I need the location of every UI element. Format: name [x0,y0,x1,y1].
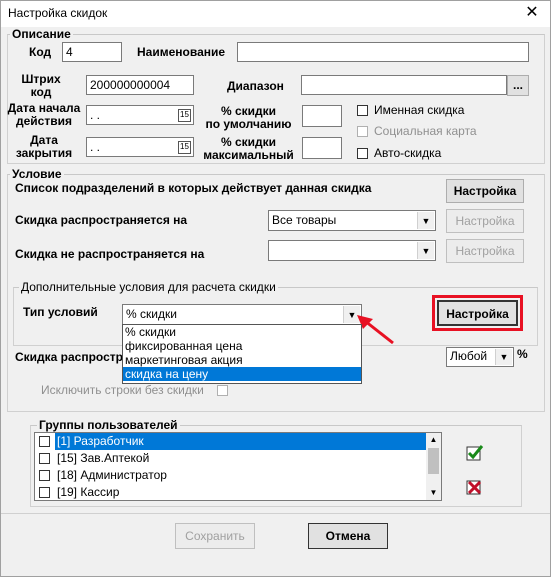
cond-type-dropdown[interactable]: % скидки фиксированная цена маркетингова… [122,324,362,384]
footer-separator [1,513,550,514]
dialog-window: Настройка скидок ✕ Описание Код 4 Наимен… [0,0,551,577]
extra-conditions-label: Дополнительные условия для расчета скидк… [19,280,278,294]
dropdown-option[interactable]: фиксированная цена [123,339,361,353]
named-discount-checkbox[interactable] [357,105,368,116]
calendar-icon[interactable]: 15 [178,109,191,122]
not-applies-select[interactable]: ▼ [268,240,436,261]
list-item-label: [15] Зав.Аптекой [57,451,150,465]
not-applies-setup-button: Настройка [446,239,524,263]
cond-type-setup-button[interactable]: Настройка [437,300,518,326]
list-scrollbar[interactable]: ▲ ▼ [426,433,441,500]
start-date-field[interactable]: . . 15 [86,105,194,125]
title-bar: Настройка скидок ✕ [1,1,550,27]
barcode-label: Штрих код [21,72,61,99]
list-item-label: [19] Кассир [57,485,120,499]
name-label: Наименование [137,45,226,59]
applies-value: Все товары [272,213,337,227]
name-field[interactable] [237,42,529,62]
cond-type-value: % скидки [126,307,177,321]
applies-select[interactable]: Все товары ▼ [268,210,436,231]
user-groups-list[interactable]: [1] Разработчик [15] Зав.Аптекой [18] Ад… [34,432,442,501]
subdivisions-setup-button[interactable]: Настройка [446,179,524,203]
max-pct-label: % скидки максимальный [203,135,294,162]
chevron-down-icon[interactable]: ▼ [417,242,434,259]
applies-label: Скидка распространяется на [15,213,188,227]
spread-label: Скидка распростр [15,350,123,364]
save-button: Сохранить [175,523,255,549]
end-date-field[interactable]: . . 15 [86,137,194,157]
range-button[interactable]: ... [507,75,529,96]
start-date-value: . . [90,108,101,122]
chevron-down-icon[interactable]: ▼ [495,349,512,365]
end-date-label: Дата закрытия [15,133,73,160]
list-item-checkbox[interactable] [39,487,50,498]
list-item[interactable]: [1] Разработчик [35,433,429,450]
user-groups-label: Группы пользователей [37,418,180,432]
start-date-label: Дата начала действия [7,101,81,128]
auto-discount-label: Авто-скидка [374,146,442,160]
list-item-label: [1] Разработчик [55,433,429,450]
applies-setup-button: Настройка [446,209,524,233]
list-item-checkbox[interactable] [39,453,50,464]
named-discount-label: Именная скидка [374,103,465,117]
code-field[interactable]: 4 [62,42,122,62]
cancel-button[interactable]: Отмена [308,523,388,549]
list-item[interactable]: [18] Администратор [35,467,425,484]
scroll-up-icon[interactable]: ▲ [426,433,441,447]
list-item-checkbox[interactable] [39,436,50,447]
code-label: Код [29,45,52,59]
not-applies-label: Скидка не распространяется на [15,247,205,261]
social-card-label: Социальная карта [374,124,477,138]
spread-select[interactable]: Любой ▼ [446,347,514,367]
list-item[interactable]: [15] Зав.Аптекой [35,450,425,467]
list-item-checkbox[interactable] [39,470,50,481]
cond-type-label: Тип условий [23,305,98,319]
spread-value: Любой [450,349,488,363]
default-pct-field[interactable] [302,105,342,127]
auto-discount-checkbox[interactable] [357,148,368,159]
dropdown-option[interactable]: % скидки [123,325,361,339]
description-group-label: Описание [10,27,73,41]
scroll-down-icon[interactable]: ▼ [426,486,441,500]
max-pct-field[interactable] [302,137,342,159]
scroll-thumb[interactable] [428,448,439,474]
list-item-label: [18] Администратор [57,468,167,482]
condition-group-label: Условие [10,167,64,181]
close-icon[interactable]: ✕ [522,3,542,23]
calendar-icon[interactable]: 15 [178,141,191,154]
dropdown-option[interactable]: маркетинговая акция [123,353,361,367]
barcode-field[interactable]: 200000000004 [86,75,194,95]
cond-type-select[interactable]: % скидки ▼ [122,304,362,325]
dropdown-option-selected[interactable]: скидка на цену [123,367,361,381]
window-title: Настройка скидок [8,6,108,20]
end-date-value: . . [90,140,101,154]
range-label: Диапазон [227,79,284,93]
range-field[interactable] [301,75,507,95]
pct-sign: % [517,347,528,361]
exclude-label: Исключить строки без скидки [41,383,204,397]
chevron-down-icon[interactable]: ▼ [417,212,434,229]
default-pct-label: % скидки по умолчанию [205,104,292,131]
social-card-checkbox [357,126,368,137]
uncheck-all-icon[interactable] [466,479,484,495]
subdivisions-label: Список подразделений в которых действует… [15,181,372,195]
exclude-checkbox [217,385,228,396]
list-item[interactable]: [19] Кассир [35,484,425,500]
check-all-icon[interactable] [466,445,484,461]
